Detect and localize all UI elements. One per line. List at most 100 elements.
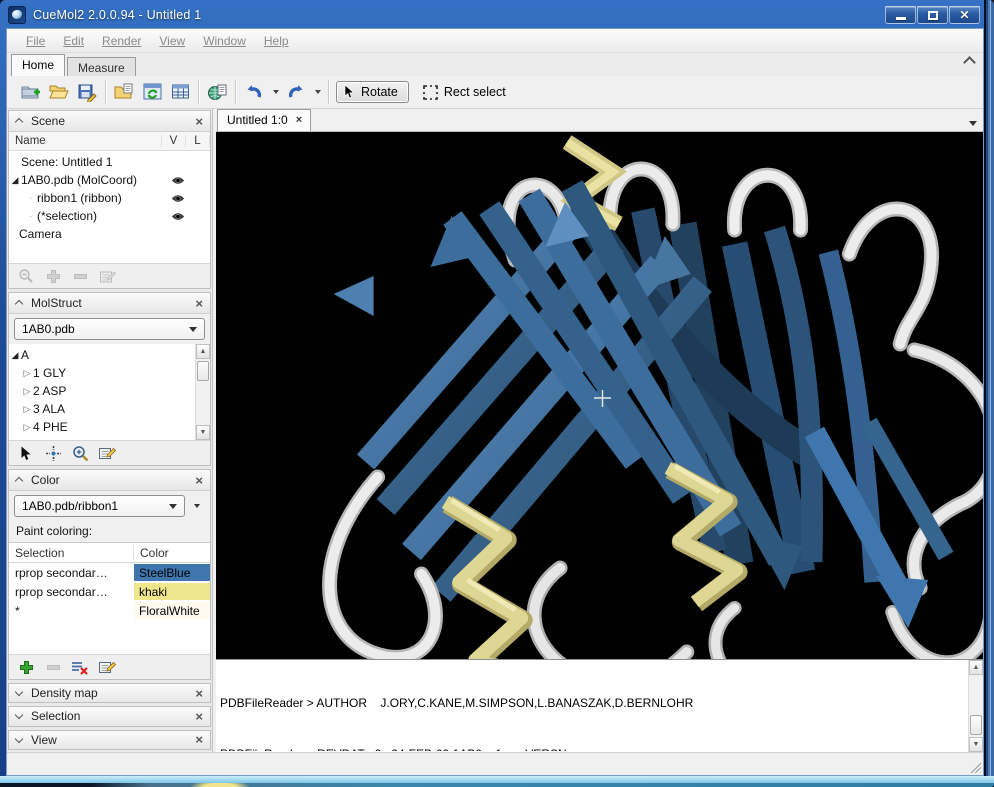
expand-panel-icon[interactable]: [16, 690, 24, 696]
properties-icon[interactable]: [98, 444, 116, 462]
table-row[interactable]: rprop secondar… khaki: [9, 582, 210, 601]
save-scene-icon[interactable]: [76, 81, 98, 103]
rect-select-button[interactable]: Rect select: [415, 82, 514, 103]
new-scene-icon[interactable]: [20, 81, 42, 103]
menu-window[interactable]: Window: [194, 29, 255, 52]
molstruct-scrollbar[interactable]: ▲ ▼: [195, 344, 210, 440]
color-options-dropdown[interactable]: [189, 495, 205, 517]
view-panel-header[interactable]: View ×: [8, 730, 211, 750]
log-scrollbar[interactable]: ▲ ▼: [968, 660, 983, 752]
resize-grip[interactable]: [968, 760, 981, 773]
tree-item-molcoord[interactable]: ◢ 1AB0.pdb (MolCoord): [9, 171, 210, 189]
visibility-eye-icon[interactable]: [171, 212, 185, 221]
scrollbar-thumb[interactable]: [970, 715, 982, 735]
open-file-icon[interactable]: [48, 81, 70, 103]
expand-panel-icon[interactable]: [16, 713, 24, 719]
scene-panel-header[interactable]: Scene ×: [9, 111, 210, 132]
selection-column-header: Selection: [9, 546, 134, 560]
tab-measure[interactable]: Measure: [67, 57, 136, 76]
view-tab-close-icon[interactable]: ×: [296, 114, 302, 126]
expander-collapsed-icon[interactable]: ▷: [21, 418, 33, 436]
properties-icon[interactable]: [98, 658, 116, 676]
add-icon[interactable]: [44, 267, 62, 285]
color-panel-close-icon[interactable]: ×: [195, 474, 203, 487]
scroll-down-icon[interactable]: ▼: [969, 737, 983, 752]
collapse-panel-icon[interactable]: [16, 300, 24, 306]
ribbon-collapse-icon[interactable]: [963, 57, 975, 65]
undo-icon[interactable]: [243, 81, 265, 103]
expander-expanded-icon[interactable]: ◢: [9, 346, 21, 364]
log-panel[interactable]: PDBFileReader > AUTHOR J.ORY,C.KANE,M.SI…: [216, 659, 983, 752]
rotate-button[interactable]: Rotate: [336, 81, 409, 103]
select-cursor-icon[interactable]: [17, 444, 35, 462]
collapse-panel-icon[interactable]: [16, 477, 24, 483]
clear-all-icon[interactable]: [71, 658, 89, 676]
menu-file[interactable]: File: [17, 29, 54, 52]
density-map-panel-close-icon[interactable]: ×: [195, 687, 203, 700]
view-panel-close-icon[interactable]: ×: [195, 733, 203, 746]
table-view-icon[interactable]: [169, 81, 191, 103]
tree-item-selection[interactable]: · (*selection): [9, 207, 210, 225]
molstruct-panel-header[interactable]: MolStruct ×: [9, 293, 210, 314]
expand-panel-icon[interactable]: [16, 737, 24, 743]
tab-home[interactable]: Home: [11, 54, 65, 76]
molecular-viewport[interactable]: [216, 132, 983, 659]
scroll-down-icon[interactable]: ▼: [196, 425, 210, 440]
expander-collapsed-icon[interactable]: ▷: [21, 364, 33, 382]
color-target-select[interactable]: 1AB0.pdb/ribbon1: [14, 495, 185, 517]
color-swatch-cell[interactable]: FloralWhite: [134, 602, 210, 619]
expander-collapsed-icon[interactable]: ▷: [21, 400, 33, 418]
color-swatch-cell[interactable]: khaki: [134, 583, 210, 600]
view-tab-list-icon[interactable]: [969, 121, 977, 126]
scroll-up-icon[interactable]: ▲: [969, 660, 983, 675]
visibility-eye-icon[interactable]: [171, 176, 185, 185]
tree-item-ribbon1[interactable]: · ribbon1 (ribbon): [9, 189, 210, 207]
tree-item-residue[interactable]: ▷ 4 PHE: [9, 418, 195, 436]
scrollbar-thumb[interactable]: [197, 361, 209, 381]
properties-icon[interactable]: [98, 267, 116, 285]
table-row[interactable]: rprop secondar… SteelBlue: [9, 563, 210, 582]
protein-ribbon-render: [216, 132, 983, 659]
minimize-button[interactable]: [885, 6, 916, 24]
fetch-pdb-icon[interactable]: [206, 81, 228, 103]
tree-item-residue[interactable]: ▷ 1 GLY: [9, 364, 195, 382]
selection-panel-header[interactable]: Selection ×: [8, 706, 211, 726]
tree-item-residue[interactable]: ▷ 2 ASP: [9, 382, 195, 400]
expander-collapsed-icon[interactable]: ▷: [21, 382, 33, 400]
center-view-icon[interactable]: [44, 444, 62, 462]
tree-item-scene[interactable]: Scene: Untitled 1: [9, 153, 210, 171]
maximize-button[interactable]: [917, 6, 948, 24]
add-color-icon[interactable]: [17, 658, 35, 676]
tree-item-residue[interactable]: ▷ 3 ALA: [9, 400, 195, 418]
menu-edit[interactable]: Edit: [54, 29, 93, 52]
redo-icon[interactable]: [285, 81, 307, 103]
remove-icon[interactable]: [71, 267, 89, 285]
menu-help[interactable]: Help: [255, 29, 298, 52]
zoom-select-icon[interactable]: [71, 444, 89, 462]
reload-view-icon[interactable]: [141, 81, 163, 103]
selection-panel-close-icon[interactable]: ×: [195, 710, 203, 723]
close-button[interactable]: ✕: [949, 6, 980, 24]
scene-panel-close-icon[interactable]: ×: [195, 115, 203, 128]
table-row[interactable]: * FloralWhite: [9, 601, 210, 620]
view-tab-untitled[interactable]: Untitled 1:0 ×: [217, 109, 311, 131]
scroll-up-icon[interactable]: ▲: [196, 344, 210, 359]
remove-color-icon[interactable]: [44, 658, 62, 676]
color-swatch-cell[interactable]: SteelBlue: [134, 564, 210, 581]
menu-render[interactable]: Render: [93, 29, 150, 52]
visibility-eye-icon[interactable]: [171, 194, 185, 203]
tree-item-camera[interactable]: Camera: [9, 225, 210, 243]
color-panel-header[interactable]: Color ×: [9, 470, 210, 491]
density-map-panel-header[interactable]: Density map ×: [8, 683, 211, 703]
expander-expanded-icon[interactable]: ◢: [9, 171, 21, 189]
zoom-out-icon[interactable]: [17, 267, 35, 285]
open-into-scene-icon[interactable]: [113, 81, 135, 103]
molstruct-target-select[interactable]: 1AB0.pdb: [14, 318, 205, 340]
collapse-panel-icon[interactable]: [16, 118, 24, 124]
undo-dropdown-icon[interactable]: [273, 90, 279, 94]
molstruct-panel-close-icon[interactable]: ×: [195, 297, 203, 310]
title-bar[interactable]: CueMol2 2.0.0.94 - Untitled 1 ✕: [8, 3, 980, 27]
tree-item-chain-a[interactable]: ◢ A: [9, 346, 195, 364]
redo-dropdown-icon[interactable]: [315, 90, 321, 94]
menu-view[interactable]: View: [150, 29, 194, 52]
